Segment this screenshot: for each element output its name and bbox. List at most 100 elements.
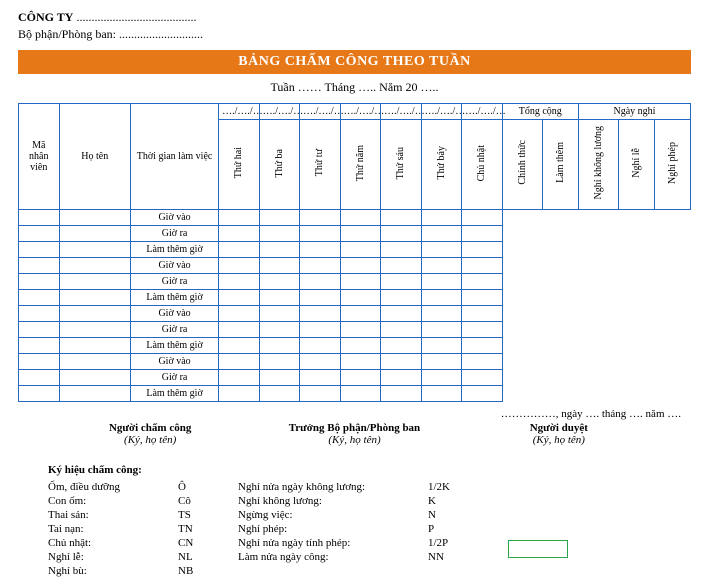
- col-name: Họ tên: [59, 104, 130, 210]
- cell: Giờ ra: [130, 369, 218, 385]
- cell: [219, 209, 260, 225]
- cell: [462, 385, 503, 401]
- cell: [59, 353, 130, 369]
- cell: [462, 321, 503, 337]
- dept-dots: ............................: [119, 27, 203, 41]
- legend-item: P: [428, 522, 488, 536]
- col-date-thu: …./…./…: [340, 104, 381, 120]
- legend-col-1: Ốm, điều dưỡngCon ốm:Thai sản:Tai nạn:Ch…: [48, 480, 178, 578]
- cell: [59, 385, 130, 401]
- cell: [300, 369, 341, 385]
- cell: [421, 337, 462, 353]
- cell: [462, 353, 503, 369]
- cell: [219, 353, 260, 369]
- cell: [19, 289, 60, 305]
- cell: [19, 257, 60, 273]
- cell: [340, 337, 381, 353]
- cell: [462, 225, 503, 241]
- legend-col-4: 1/2KKNP1/2PNN: [428, 480, 488, 578]
- cell: [259, 209, 300, 225]
- legend-item: CN: [178, 536, 238, 550]
- title-bar: BẢNG CHẤM CÔNG THEO TUẦN: [18, 50, 691, 74]
- cell: [19, 385, 60, 401]
- legend-item: Ngừng việc:: [238, 508, 428, 522]
- legend-item: TS: [178, 508, 238, 522]
- cell: [300, 289, 341, 305]
- cell: [462, 337, 503, 353]
- col-tue: Thứ ba: [259, 120, 300, 210]
- legend-item: TN: [178, 522, 238, 536]
- totals-blank-area: [502, 209, 690, 401]
- legend-item: Con ốm:: [48, 494, 178, 508]
- cell: [259, 337, 300, 353]
- cell: [381, 337, 422, 353]
- cell: Giờ vào: [130, 209, 218, 225]
- legend-title: Ký hiệu chấm công:: [48, 464, 691, 476]
- cell: [462, 257, 503, 273]
- cell: [259, 385, 300, 401]
- company-label: CÔNG TY: [18, 10, 73, 24]
- col-off-holiday: Nghỉ lễ: [619, 120, 655, 210]
- cell: [219, 337, 260, 353]
- cell: [19, 369, 60, 385]
- cell: Giờ ra: [130, 273, 218, 289]
- cell: [462, 209, 503, 225]
- sig-head: Trưởng Bộ phận/Phòng ban (Ký, họ tên): [252, 422, 456, 446]
- cell: [300, 225, 341, 241]
- signature-row: Người chấm công (Ký, họ tên) Trưởng Bộ p…: [18, 422, 691, 446]
- cell: [462, 241, 503, 257]
- cell: [462, 289, 503, 305]
- cell: Giờ vào: [130, 257, 218, 273]
- col-off-leave: Nghỉ phép: [655, 120, 691, 210]
- cell: [421, 369, 462, 385]
- cell: [381, 369, 422, 385]
- cell: [259, 273, 300, 289]
- cell: [340, 321, 381, 337]
- cell: [59, 241, 130, 257]
- cell: [421, 385, 462, 401]
- cell: [259, 305, 300, 321]
- cell: [381, 273, 422, 289]
- legend-item: Làm nửa ngày công:: [238, 550, 428, 564]
- cell: [300, 209, 341, 225]
- legend-item: 1/2K: [428, 480, 488, 494]
- cell: [259, 225, 300, 241]
- cell: [421, 305, 462, 321]
- dept-line: Bộ phận/Phòng ban: .....................…: [18, 27, 691, 42]
- legend-item: Nghỉ lễ:: [48, 550, 178, 564]
- cell: Làm thêm giờ: [130, 289, 218, 305]
- cell: [19, 305, 60, 321]
- company-line: CÔNG TY ................................…: [18, 10, 691, 25]
- legend-item: K: [428, 494, 488, 508]
- cell: [59, 273, 130, 289]
- cell: [421, 209, 462, 225]
- cell: [59, 257, 130, 273]
- legend-item: NB: [178, 564, 238, 578]
- cell: Giờ ra: [130, 225, 218, 241]
- cell: [219, 289, 260, 305]
- cell: [462, 369, 503, 385]
- cell: Làm thêm giờ: [130, 385, 218, 401]
- cell: [259, 353, 300, 369]
- legend-item: Tai nạn:: [48, 522, 178, 536]
- sig-checker: Người chấm công (Ký, họ tên): [48, 422, 252, 446]
- col-thu: Thứ năm: [340, 120, 381, 210]
- col-date-mon: …./…./…: [219, 104, 260, 120]
- table-row: Giờ vào: [19, 209, 691, 225]
- col-worktime: Thời gian làm việc: [130, 104, 218, 210]
- cell: [19, 225, 60, 241]
- cell: [421, 273, 462, 289]
- cell: [300, 241, 341, 257]
- cell: Giờ vào: [130, 353, 218, 369]
- col-total-official: Chính thức: [502, 120, 543, 210]
- cell: [421, 289, 462, 305]
- cell: [462, 305, 503, 321]
- legend-col-2: ÔCôTSTNCNNLNB: [178, 480, 238, 578]
- col-off: Ngày nghỉ: [578, 104, 690, 120]
- cell: [219, 257, 260, 273]
- cell: [219, 241, 260, 257]
- cell: [19, 241, 60, 257]
- col-off-nowage: Nghỉ không lương: [578, 120, 619, 210]
- col-date-tue: …./…./…: [259, 104, 300, 120]
- cell: [19, 209, 60, 225]
